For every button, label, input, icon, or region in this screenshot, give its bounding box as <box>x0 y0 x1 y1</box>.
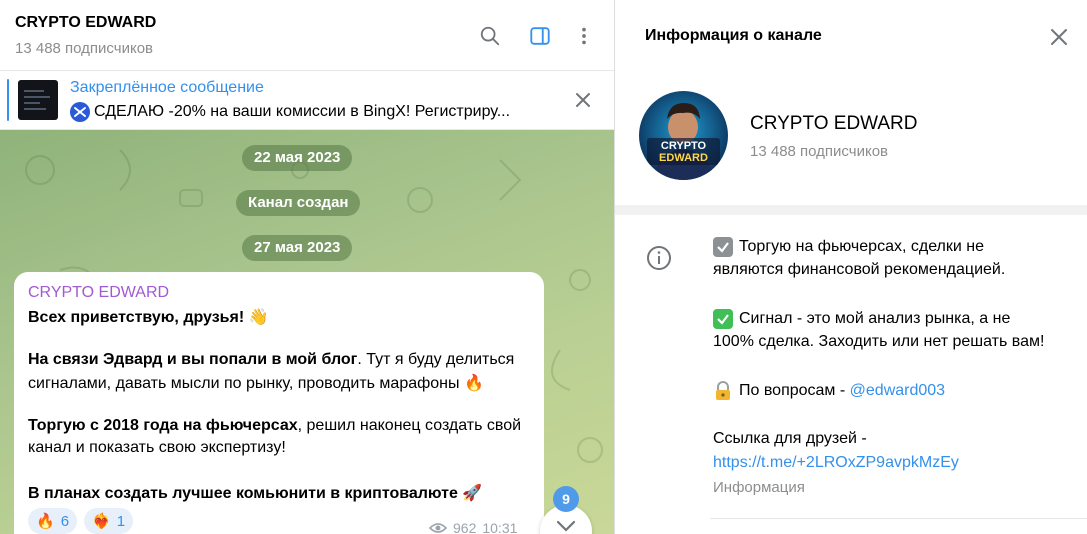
info-label: Информация <box>713 479 805 496</box>
svg-text:CRYPTO: CRYPTO <box>661 140 707 152</box>
description-line: 100% сделка. Заходить или нет решать вам… <box>713 333 1045 350</box>
close-icon[interactable] <box>1047 25 1071 49</box>
description-line: По вопросам - @edward003 <box>713 381 945 401</box>
close-pinned-icon[interactable] <box>572 89 594 111</box>
info-title: Информация о канале <box>645 27 822 44</box>
chat-header[interactable]: CRYPTO EDWARD 13 488 подписчиков <box>0 0 614 71</box>
message-line: В планах создать лучшее комьюнити в крип… <box>28 485 483 502</box>
channel-name: CRYPTO EDWARD <box>750 113 918 134</box>
date-separator: 22 мая 2023 <box>242 145 353 171</box>
pinned-message[interactable]: Закреплённое сообщение СДЕЛАЮ -20% на ва… <box>0 71 614 130</box>
info-divider <box>710 518 1087 519</box>
locked-with-key-icon <box>713 381 733 401</box>
info-circle-icon <box>645 244 673 272</box>
bingx-logo-icon <box>70 102 90 122</box>
message-line: сигналами, давать мысли по рынку, провод… <box>28 375 484 392</box>
description-line: Ссылка для друзей - <box>713 430 867 447</box>
message-line: На связи Эдвард и вы попали в мой блог. … <box>28 351 515 368</box>
date-separator: 27 мая 2023 <box>242 235 353 261</box>
service-message: Канал создан <box>236 190 361 216</box>
pinned-text-row: СДЕЛАЮ -20% на ваши комиссии в BingX! Ре… <box>70 102 540 122</box>
views-count: 962 <box>453 520 477 534</box>
section-separator <box>615 205 1087 215</box>
channel-subscribers: 13 488 подписчиков <box>750 143 889 160</box>
check-mark-button-icon <box>713 309 733 329</box>
pinned-text: СДЕЛАЮ -20% на ваши комиссии в BingX! Ре… <box>94 103 511 120</box>
message-meta: 962 10:31 <box>429 520 517 534</box>
views-icon <box>429 523 447 533</box>
message-author[interactable]: CRYPTO EDWARD <box>28 284 169 302</box>
svg-text:EDWARD: EDWARD <box>659 152 708 164</box>
channel-avatar[interactable]: CRYPTO EDWARD <box>639 91 728 180</box>
chat-subscribers: 13 488 подписчиков <box>15 40 154 57</box>
message-line: канал и показать свою экспертизу! <box>28 439 286 456</box>
message-line: Торгую с 2018 года на фьючерсах, решил н… <box>28 417 522 434</box>
pinned-title: Закреплённое сообщение <box>70 79 264 96</box>
more-vertical-icon[interactable] <box>572 24 596 48</box>
chat-pane: CRYPTO EDWARD 13 488 подписчиков Закрепл… <box>0 0 614 534</box>
description-line: Сигнал - это мой анализ рынка, а не <box>713 309 1010 329</box>
description-line: являются финансовой рекомендацией. <box>713 261 1006 278</box>
username-link[interactable]: @edward003 <box>850 382 945 400</box>
chat-title[interactable]: CRYPTO EDWARD <box>15 14 156 32</box>
check-box-icon <box>713 237 733 257</box>
sidebar-toggle-icon[interactable] <box>528 24 552 48</box>
message-greeting: Всех приветствую, друзья! 👋 <box>28 309 269 326</box>
pinned-indicator-bar <box>7 79 9 121</box>
unread-badge: 9 <box>553 486 579 512</box>
channel-info-pane: Информация о канале CRYPTO EDWARD CRYPTO… <box>615 0 1087 534</box>
pinned-thumbnail <box>18 80 58 120</box>
invite-link[interactable]: https://t.me/+2LROxZP9avpkMzEy <box>713 454 959 472</box>
message-time: 10:31 <box>482 520 518 534</box>
message-bubble[interactable]: CRYPTO EDWARD Всех приветствую, друзья! … <box>14 272 544 534</box>
chevron-down-icon <box>556 520 576 532</box>
reaction-heart-fire[interactable]: ❤️‍🔥 1 <box>84 508 134 534</box>
reaction-fire[interactable]: 🔥 6 <box>28 508 78 534</box>
description-line: Торгую на фьючерсах, сделки не <box>713 237 984 257</box>
search-icon[interactable] <box>478 24 502 48</box>
